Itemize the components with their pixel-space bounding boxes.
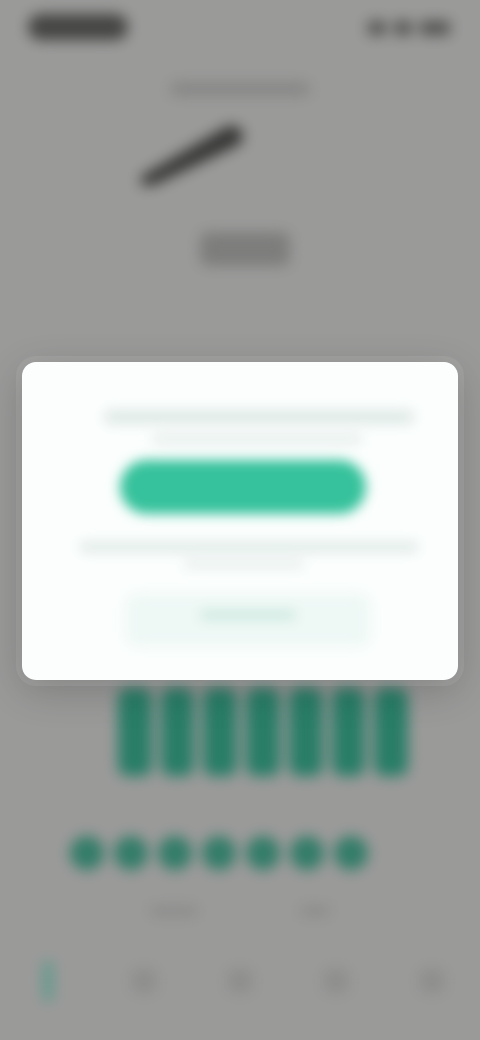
footer-label bbox=[300, 906, 330, 916]
header-label bbox=[170, 82, 310, 96]
progress-bar bbox=[246, 688, 280, 776]
pencil-icon bbox=[140, 125, 244, 186]
modal-title bbox=[104, 410, 414, 424]
modal-dialog bbox=[22, 362, 458, 680]
wifi-icon bbox=[394, 21, 412, 35]
chart-icon bbox=[324, 969, 348, 993]
progress-bar bbox=[374, 688, 409, 776]
progress-bar bbox=[331, 688, 366, 776]
star-icon bbox=[228, 969, 252, 993]
day-dot bbox=[158, 836, 192, 870]
tab-star[interactable] bbox=[217, 953, 263, 1009]
profile-icon bbox=[420, 969, 444, 993]
tab-chart[interactable] bbox=[313, 953, 359, 1009]
day-dot bbox=[114, 836, 148, 870]
day-dot bbox=[246, 836, 280, 870]
signal-icon bbox=[368, 21, 386, 35]
progress-bars bbox=[118, 688, 409, 776]
book-icon bbox=[132, 969, 156, 993]
battery-icon bbox=[420, 21, 450, 35]
app-screen bbox=[0, 0, 480, 1040]
tab-profile[interactable] bbox=[409, 953, 455, 1009]
progress-bar bbox=[288, 688, 323, 776]
modal-body-text bbox=[184, 560, 304, 568]
tab-bar bbox=[0, 936, 480, 1026]
modal-content bbox=[22, 362, 458, 680]
tab-book[interactable] bbox=[121, 953, 167, 1009]
day-dot bbox=[70, 836, 104, 870]
footer-label bbox=[150, 906, 198, 916]
modal-body-text bbox=[80, 542, 418, 552]
day-dots bbox=[70, 836, 370, 870]
footer-labels bbox=[150, 906, 350, 918]
status-time bbox=[28, 14, 128, 40]
status-icons bbox=[362, 18, 450, 38]
progress-bar bbox=[203, 688, 238, 776]
progress-bar bbox=[160, 688, 195, 776]
day-dot bbox=[334, 836, 368, 870]
day-dot bbox=[202, 836, 236, 870]
background-value bbox=[200, 232, 290, 266]
modal-subtitle bbox=[152, 434, 362, 444]
secondary-action-button[interactable] bbox=[126, 594, 370, 646]
progress-bar bbox=[118, 688, 152, 776]
primary-action-button[interactable] bbox=[120, 460, 366, 514]
day-dot bbox=[290, 836, 324, 870]
tab-home[interactable] bbox=[25, 953, 71, 1009]
secondary-action-label bbox=[200, 610, 296, 620]
status-bar bbox=[0, 0, 480, 60]
home-icon bbox=[43, 961, 53, 1001]
